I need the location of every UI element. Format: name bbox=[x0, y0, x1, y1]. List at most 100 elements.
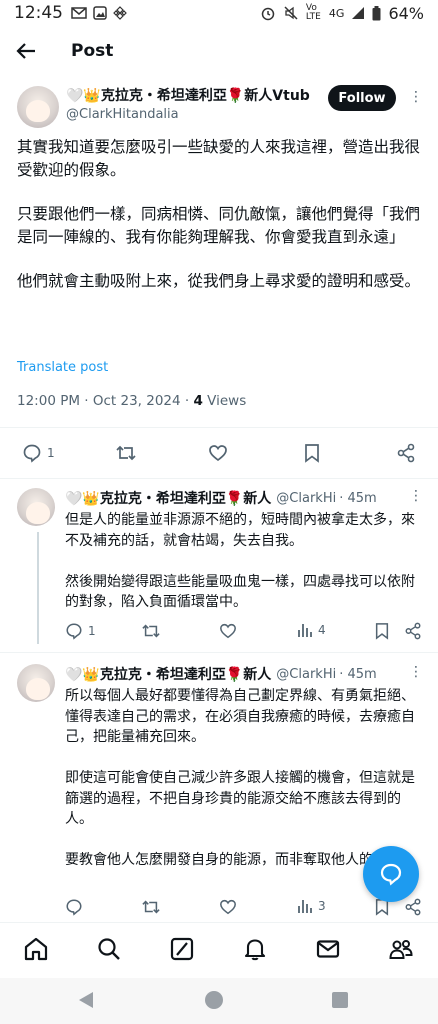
reply-author-row: 🤍👑克拉克・希坦達利亞🌹新人 @ClarkHi · 45m bbox=[65, 488, 377, 508]
signal-icon bbox=[352, 7, 365, 19]
author-display-name[interactable]: 🤍👑克拉克・希坦達利亞🌹新人 bbox=[65, 664, 271, 684]
battery-level: 64% bbox=[388, 3, 424, 23]
more-options-icon[interactable]: ⋮ bbox=[409, 488, 423, 504]
share-icon bbox=[405, 622, 421, 640]
like-button[interactable] bbox=[219, 898, 237, 916]
post-timestamp[interactable]: 12:00 PM · Oct 23, 2024 · bbox=[17, 393, 193, 409]
author-display-name[interactable]: 🤍👑克拉克・希坦達利亞🌹新人 bbox=[65, 488, 271, 508]
post-paragraph: 只要跟他們一樣，同病相憐、同仇敵愾，讓他們覺得「我們是同一陣線的、我有你能夠理解… bbox=[17, 205, 421, 246]
divider bbox=[0, 427, 438, 428]
repost-icon bbox=[116, 445, 136, 461]
repost-button[interactable] bbox=[115, 443, 137, 463]
post-text: 其實我知道要怎麼吸引一些缺愛的人來我這裡，營造出我很受歡迎的假象。 只要跟他們一… bbox=[17, 136, 427, 315]
divider bbox=[0, 652, 438, 653]
post-paragraph: 即使這可能會使自己減少許多跟人接觸的機會，但這就是篩選的過程，不把自身珍貴的能源… bbox=[65, 770, 415, 827]
back-nav-icon[interactable] bbox=[77, 990, 95, 1010]
post-paragraph: 其實我知道要怎麼吸引一些缺愛的人來我這裡，營造出我很受歡迎的假象。 bbox=[17, 138, 421, 179]
reply-post[interactable]: 🤍👑克拉克・希坦達利亞🌹新人 @ClarkHi · 45m ⋮ 但是人的能量並非… bbox=[0, 482, 438, 652]
alarm-icon bbox=[261, 7, 275, 21]
heart-icon bbox=[220, 623, 236, 639]
status-right: Vo LTE 4G 64% bbox=[260, 4, 424, 23]
author-handle[interactable]: @ClarkHi bbox=[276, 667, 336, 682]
more-options-icon[interactable]: ⋮ bbox=[409, 664, 423, 680]
comment-icon bbox=[66, 899, 82, 916]
comment-icon bbox=[23, 444, 41, 463]
translate-post-link[interactable]: Translate post bbox=[17, 360, 108, 375]
avatar[interactable] bbox=[17, 86, 59, 128]
like-button[interactable] bbox=[219, 622, 237, 640]
post-time: · 45m bbox=[339, 666, 377, 682]
author-display-name[interactable]: 🤍👑克拉克・希坦達利亞🌹新人Vtub bbox=[66, 85, 310, 105]
search-icon[interactable] bbox=[96, 936, 122, 962]
share-icon bbox=[397, 443, 415, 463]
gallery-icon bbox=[93, 6, 107, 20]
system-navigation-bar bbox=[0, 978, 438, 1024]
divider bbox=[0, 478, 438, 479]
reply-button[interactable]: 1 bbox=[65, 622, 96, 640]
post-paragraph: 所以每個人最好都要懂得為自己劃定界線、有勇氣拒絕、懂得表達自己的需求，在必須自我… bbox=[65, 688, 415, 745]
author-handle[interactable]: @ClarkHi bbox=[276, 491, 336, 506]
share-icon bbox=[405, 898, 421, 916]
compose-chat-icon bbox=[380, 863, 402, 886]
share-button[interactable] bbox=[404, 622, 422, 640]
reply-author-row: 🤍👑克拉克・希坦達利亞🌹新人 @ClarkHi · 45m bbox=[65, 664, 377, 684]
home-icon[interactable] bbox=[23, 936, 49, 962]
communities-icon[interactable] bbox=[388, 936, 414, 962]
network-label: 4G bbox=[328, 6, 345, 20]
reply-count: 1 bbox=[47, 446, 55, 460]
bottom-navigation bbox=[0, 922, 438, 976]
status-time: 12:45 bbox=[14, 3, 63, 23]
bookmark-icon bbox=[375, 623, 389, 640]
grok-icon[interactable] bbox=[169, 936, 195, 962]
heart-icon bbox=[209, 445, 227, 462]
binance-icon bbox=[113, 6, 127, 20]
views-button[interactable]: 3 bbox=[297, 898, 326, 914]
views-count: 3 bbox=[318, 899, 326, 913]
share-button[interactable] bbox=[404, 898, 422, 916]
post-time: · 45m bbox=[339, 490, 377, 506]
reply-count: 1 bbox=[88, 624, 96, 638]
post-paragraph: 他們就會主動吸附上來，從我們身上尋求愛的證明和感受。 bbox=[17, 272, 421, 290]
views-count: 4 bbox=[318, 623, 326, 637]
repost-icon bbox=[142, 900, 160, 914]
recents-nav-icon[interactable] bbox=[331, 991, 349, 1009]
comment-icon bbox=[66, 623, 82, 640]
reply-button[interactable]: 1 bbox=[22, 443, 55, 463]
post-text: 但是人的能量並非源源不絕的，短時間內被拿走太多，來不及補充的話，就會枯竭，失去自… bbox=[65, 510, 425, 633]
post-actions: 1 bbox=[0, 440, 438, 466]
heart-icon bbox=[220, 899, 236, 915]
author-handle[interactable]: @ClarkHitandalia bbox=[66, 107, 179, 122]
reply-button[interactable] bbox=[65, 898, 83, 916]
post-meta: 12:00 PM · Oct 23, 2024 · 4 Views bbox=[17, 393, 246, 409]
mute-icon bbox=[284, 6, 298, 20]
like-button[interactable] bbox=[208, 443, 228, 463]
messages-icon[interactable] bbox=[315, 936, 341, 962]
more-options-icon[interactable]: ⋮ bbox=[409, 89, 423, 105]
notification-icons bbox=[71, 6, 127, 20]
avatar[interactable] bbox=[17, 488, 55, 526]
bar-chart-icon bbox=[298, 900, 312, 913]
share-button[interactable] bbox=[396, 443, 416, 463]
follow-button[interactable]: Follow bbox=[328, 85, 396, 111]
bookmark-button[interactable] bbox=[374, 622, 390, 640]
thread-line bbox=[37, 532, 39, 644]
author-name[interactable]: 🤍👑克拉克・希坦達利亞🌹新人Vtub bbox=[66, 85, 310, 105]
arrow-left-icon[interactable] bbox=[15, 40, 37, 62]
post-paragraph: 但是人的能量並非源源不絕的，短時間內被拿走太多，來不及補充的話，就會枯竭，失去自… bbox=[65, 512, 415, 549]
top-app-bar: Post bbox=[0, 28, 438, 74]
volte-label: Vo LTE bbox=[305, 3, 321, 22]
repost-button[interactable] bbox=[141, 898, 161, 916]
avatar[interactable] bbox=[17, 664, 55, 702]
notifications-icon[interactable] bbox=[242, 936, 268, 962]
views-button[interactable]: 4 bbox=[297, 622, 326, 638]
battery-icon bbox=[372, 5, 381, 20]
mail-icon bbox=[71, 7, 87, 19]
bookmark-icon bbox=[305, 444, 319, 463]
views-count: 4 bbox=[193, 393, 203, 409]
compose-fab[interactable] bbox=[363, 846, 419, 902]
status-bar: 12:45 Vo LTE 4G 64% bbox=[0, 0, 438, 26]
bookmark-button[interactable] bbox=[303, 443, 321, 463]
home-nav-icon[interactable] bbox=[204, 990, 224, 1010]
repost-button[interactable] bbox=[141, 622, 161, 640]
page-title: Post bbox=[71, 41, 114, 61]
